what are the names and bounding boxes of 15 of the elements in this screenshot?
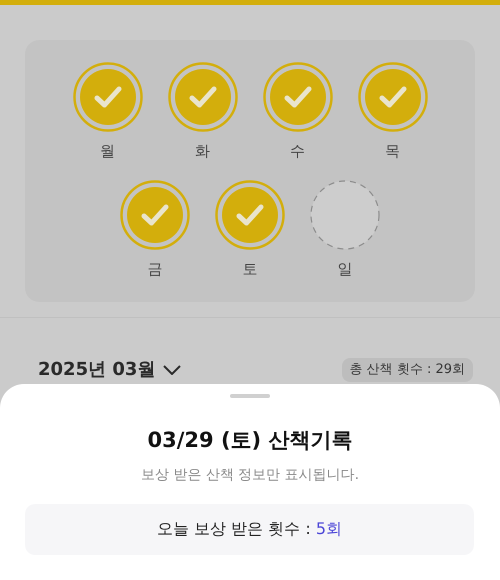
- reward-count-label: 오늘 보상 받은 횟수 :: [156, 519, 312, 540]
- day-label: 화: [195, 142, 210, 160]
- drag-handle[interactable]: [230, 394, 270, 398]
- day-label: 일: [338, 260, 352, 278]
- day-label: 금: [148, 260, 162, 278]
- total-walks-badge: 총 산책 횟수 : 29회: [342, 358, 473, 382]
- day-label: 목: [385, 142, 400, 160]
- day-label: 수: [290, 142, 305, 160]
- sheet-title: 03/29 (토) 산책기록: [148, 427, 352, 454]
- day-label: 토: [242, 260, 258, 278]
- reward-count-value: 5회: [316, 519, 342, 540]
- sheet-subtitle: 보상 받은 산책 정보만 표시됩니다.: [140, 466, 360, 484]
- chevron-down-icon[interactable]: [163, 365, 182, 375]
- day-label: 월: [100, 142, 115, 160]
- month-selector[interactable]: 2025년 03월: [38, 359, 156, 381]
